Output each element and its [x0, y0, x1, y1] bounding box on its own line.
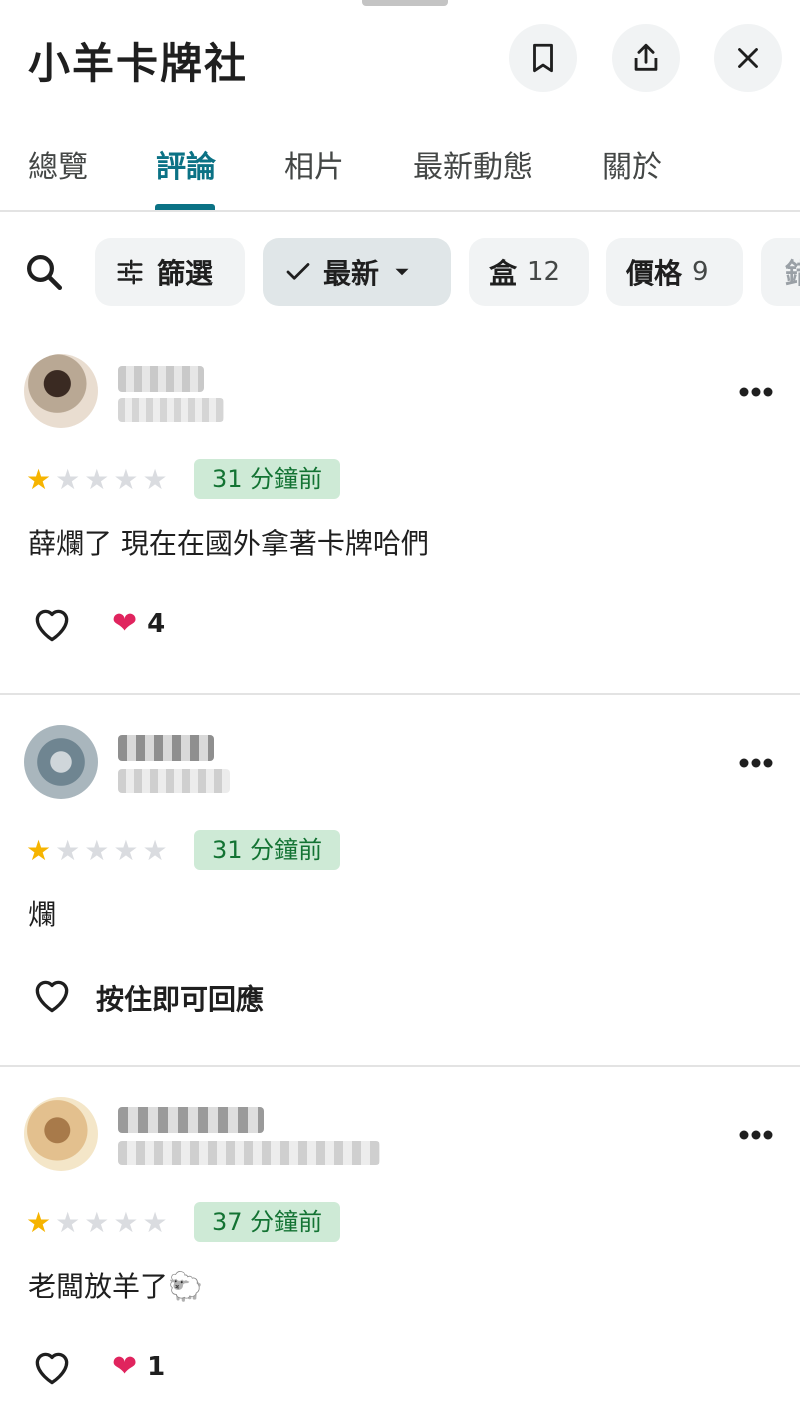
star-empty-icon: ★	[55, 834, 81, 867]
star-rating: ★ ★ ★ ★ ★	[26, 466, 168, 494]
review-text: 薛爛了 現在在國外拿著卡牌哈們	[28, 527, 429, 560]
review-more-button[interactable]	[736, 372, 776, 412]
topic-chip-label: 錯	[785, 257, 800, 290]
react-button[interactable]	[28, 971, 76, 1019]
star-empty-icon: ★	[142, 1206, 168, 1239]
hold-to-react-hint: 按住即可回應	[96, 983, 265, 1016]
react-button[interactable]	[28, 600, 76, 648]
tab-photos[interactable]: 相片	[284, 142, 344, 186]
topic-chip-label: 價格	[626, 257, 683, 290]
review-card: ★ ★ ★ ★ ★ 31 分鐘前 爛 按住即可回應	[0, 695, 800, 1067]
more-horizontal-icon	[739, 387, 773, 397]
star-empty-icon: ★	[142, 834, 168, 867]
review-card: ★ ★ ★ ★ ★ 37 分鐘前 老闆放羊了🐑 ❤ 1	[0, 1067, 800, 1422]
reviewer-meta-blurred	[118, 398, 224, 422]
star-rating: ★ ★ ★ ★ ★	[26, 837, 168, 865]
topic-chip-partial[interactable]: 錯	[761, 238, 800, 306]
reviewer-name-blurred[interactable]	[118, 366, 204, 392]
heart-outline-icon	[35, 1352, 69, 1385]
reviewer-meta-blurred	[118, 1141, 380, 1165]
bookmark-icon	[533, 43, 553, 73]
close-button[interactable]	[714, 24, 782, 92]
more-horizontal-icon	[739, 758, 773, 768]
review-filter-bar: 篩選 最新 盒 12 價格 9 錯	[0, 236, 800, 308]
tab-bar: 總覽 評論 相片 最新動態 關於	[0, 120, 800, 212]
save-button[interactable]	[509, 24, 577, 92]
star-empty-icon: ★	[113, 1206, 139, 1239]
star-empty-icon: ★	[55, 463, 81, 496]
reaction-count: 1	[147, 1351, 166, 1382]
review-text: 爛	[28, 898, 57, 931]
tab-updates[interactable]: 最新動態	[413, 142, 533, 186]
reviewer-name-blurred[interactable]	[118, 735, 214, 761]
heart-emoji-icon: ❤	[112, 1349, 138, 1384]
topic-chip-box[interactable]: 盒 12	[469, 238, 589, 306]
star-empty-icon: ★	[84, 1206, 110, 1239]
tab-reviews[interactable]: 評論	[156, 142, 216, 186]
place-title: 小羊卡牌社	[28, 39, 249, 88]
sort-chip[interactable]: 最新	[263, 238, 451, 306]
react-button[interactable]	[28, 1343, 76, 1391]
review-time-badge: 31 分鐘前	[194, 830, 341, 870]
star-empty-icon: ★	[113, 463, 139, 496]
heart-outline-icon	[35, 609, 69, 642]
tune-icon	[117, 259, 143, 285]
reviewer-avatar[interactable]	[24, 1097, 98, 1171]
star-empty-icon: ★	[84, 834, 110, 867]
star-empty-icon: ★	[142, 463, 168, 496]
reviewer-avatar[interactable]	[24, 725, 98, 799]
review-more-button[interactable]	[736, 743, 776, 783]
heart-emoji-icon: ❤	[112, 606, 138, 641]
reaction-count: 4	[147, 608, 166, 639]
star-rating: ★ ★ ★ ★ ★	[26, 1209, 168, 1237]
share-button[interactable]	[612, 24, 680, 92]
topic-chip-price[interactable]: 價格 9	[606, 238, 743, 306]
heart-outline-icon	[35, 980, 69, 1013]
reviewer-avatar[interactable]	[24, 354, 98, 428]
filter-chip[interactable]: 篩選	[95, 238, 245, 306]
star-empty-icon: ★	[113, 834, 139, 867]
tab-overview[interactable]: 總覽	[28, 142, 88, 186]
search-reviews-button[interactable]	[20, 248, 68, 296]
tab-about[interactable]: 關於	[602, 142, 662, 186]
topic-chip-count: 9	[692, 257, 709, 287]
reviewer-meta-blurred	[118, 769, 230, 793]
topic-chip-label: 盒	[489, 257, 518, 290]
reaction-summary[interactable]: ❤ 1	[112, 1349, 165, 1384]
close-icon	[738, 48, 758, 68]
star-filled-icon: ★	[26, 1206, 52, 1239]
topic-chip-count: 12	[527, 257, 561, 287]
sort-chip-label: 最新	[323, 257, 380, 290]
share-icon	[634, 43, 658, 71]
place-header: 小羊卡牌社	[0, 0, 800, 120]
star-filled-icon: ★	[26, 463, 52, 496]
review-time-badge: 37 分鐘前	[194, 1202, 341, 1242]
star-empty-icon: ★	[55, 1206, 81, 1239]
check-icon	[286, 263, 310, 280]
search-icon	[27, 255, 63, 291]
review-text: 老闆放羊了🐑	[28, 1270, 203, 1303]
review-time-badge: 31 分鐘前	[194, 459, 341, 499]
dropdown-arrow-icon	[395, 268, 409, 276]
review-more-button[interactable]	[736, 1115, 776, 1155]
active-tab-indicator	[155, 204, 215, 210]
more-horizontal-icon	[739, 1130, 773, 1140]
filter-chip-label: 篩選	[157, 257, 214, 290]
star-empty-icon: ★	[84, 463, 110, 496]
star-filled-icon: ★	[26, 834, 52, 867]
reaction-summary[interactable]: ❤ 4	[112, 606, 165, 641]
review-card: ★ ★ ★ ★ ★ 31 分鐘前 薛爛了 現在在國外拿著卡牌哈們 ❤ 4	[0, 330, 800, 695]
reviewer-name-blurred[interactable]	[118, 1107, 264, 1133]
